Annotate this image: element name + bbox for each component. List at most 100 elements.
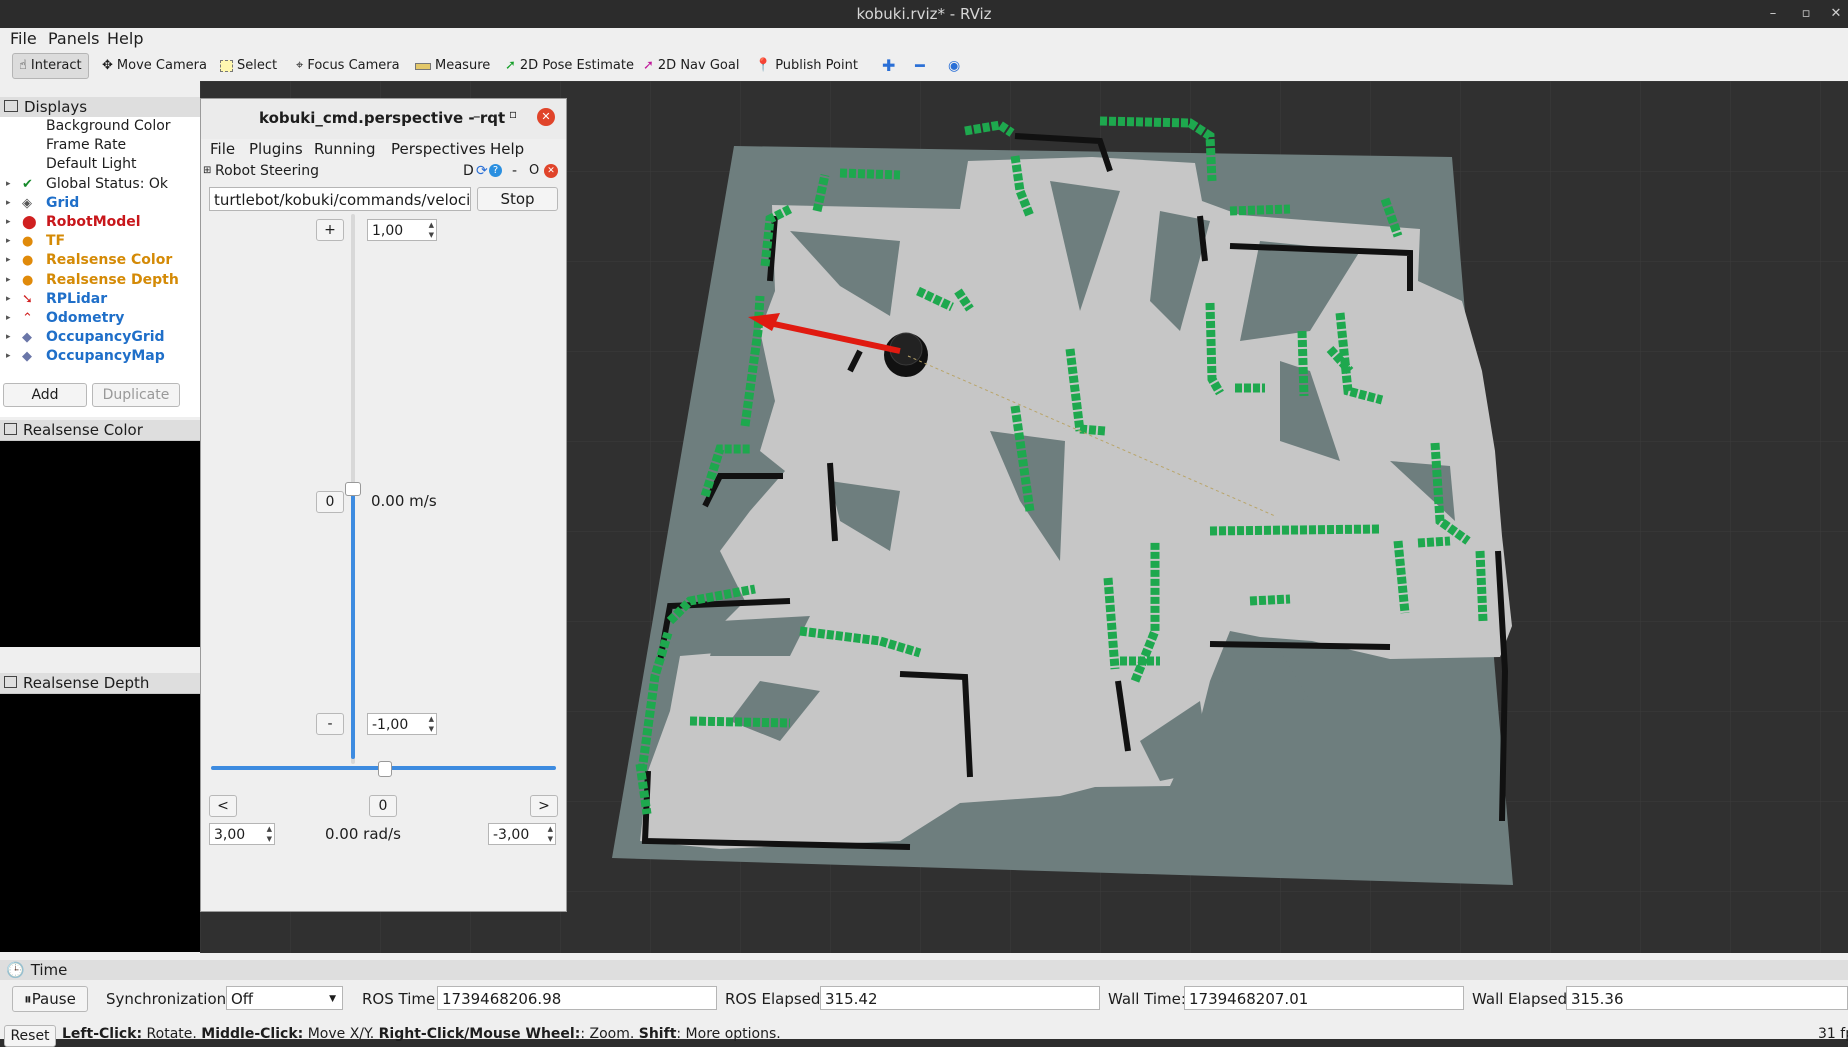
menu-file[interactable]: File xyxy=(10,29,37,48)
add-tool-icon[interactable]: ✚ xyxy=(882,55,895,77)
select-icon xyxy=(220,60,233,72)
expand-arrow-icon[interactable]: ▸ xyxy=(6,309,11,328)
stop-button[interactable]: Stop xyxy=(477,187,558,211)
focus-camera-icon: ⌖ xyxy=(296,58,304,73)
zero-angular-button[interactable]: 0 xyxy=(369,795,397,817)
reset-button[interactable]: Reset xyxy=(4,1025,56,1047)
interact-tool[interactable]: ☝ Interact xyxy=(12,53,89,79)
display-item-label: OccupancyMap xyxy=(46,348,165,365)
select-label: Select xyxy=(237,58,278,73)
rqt-maximize-button[interactable]: ▫ xyxy=(509,107,517,121)
linear-slider-fill xyxy=(351,488,355,759)
display-item[interactable]: Default Light xyxy=(0,155,200,174)
minimize-button[interactable]: – xyxy=(1762,4,1784,24)
menu-bar: File Panels Help xyxy=(0,28,1848,49)
sync-select[interactable]: Off ▼ xyxy=(226,986,343,1010)
plugin-dock-button[interactable]: D xyxy=(463,161,474,181)
rqt-menu-running[interactable]: Running xyxy=(314,140,375,158)
rqt-title: kobuki_cmd.perspective - rqt xyxy=(259,109,506,127)
expand-arrow-icon[interactable]: ▸ xyxy=(6,213,11,232)
display-item-label: Background Color xyxy=(46,118,171,134)
display-item[interactable]: ▸ ● Realsense Depth xyxy=(0,271,200,290)
zero-linear-button[interactable]: 0 xyxy=(316,491,344,513)
max-angular-spinbox[interactable]: 3,00 ▲ ▼ xyxy=(209,823,275,845)
expand-arrow-icon[interactable]: ▸ xyxy=(6,271,11,290)
move-camera-tool[interactable]: ✥ Move Camera xyxy=(102,55,207,77)
remove-tool-icon[interactable]: ━ xyxy=(915,55,925,77)
pose-estimate-tool[interactable]: ➚ 2D Pose Estimate xyxy=(505,55,634,77)
plugin-drag-icon[interactable]: ⊞ xyxy=(203,161,211,181)
reload-icon[interactable]: ⟳ xyxy=(476,161,488,181)
help-icon[interactable]: ? xyxy=(489,164,502,177)
display-item-label: OccupancyGrid xyxy=(46,329,165,346)
select-tool[interactable]: Select xyxy=(220,55,277,77)
duplicate-display-button[interactable]: Duplicate xyxy=(92,383,180,407)
expand-arrow-icon[interactable]: ▸ xyxy=(6,194,11,213)
turn-left-button[interactable]: < xyxy=(209,795,237,817)
display-item[interactable]: ▸ ◈ Grid xyxy=(0,194,200,213)
focus-camera-tool[interactable]: ⌖ Focus Camera xyxy=(296,55,400,77)
topic-input[interactable]: turtlebot/kobuki/commands/velocity xyxy=(209,187,471,211)
measure-tool[interactable]: Measure xyxy=(415,55,490,77)
sync-value: Off xyxy=(231,990,254,1008)
hint-left-click: Rotate. xyxy=(142,1026,202,1042)
min-angular-spinbox[interactable]: -3,00 ▲ ▼ xyxy=(488,823,556,845)
pose-estimate-label: 2D Pose Estimate xyxy=(519,58,634,73)
maximize-button[interactable]: ▫ xyxy=(1795,4,1817,24)
plugin-close-icon[interactable]: ✕ xyxy=(544,164,558,178)
menu-help[interactable]: Help xyxy=(107,29,143,48)
display-item[interactable]: ▸ ◆ OccupancyMap xyxy=(0,347,200,366)
plugin-float-button[interactable]: O xyxy=(529,161,539,181)
display-item-label: Odometry xyxy=(46,310,125,326)
interact-label: Interact xyxy=(30,58,82,73)
display-item[interactable]: ▸ ⬤ RobotModel xyxy=(0,213,200,232)
tool-properties-icon[interactable]: ◉ xyxy=(948,55,960,77)
angular-slider-handle[interactable] xyxy=(377,761,392,777)
display-type-icon: ◆ xyxy=(22,330,32,346)
rqt-title-bar: kobuki_cmd.perspective - rqt – ▫ ✕ xyxy=(201,99,566,139)
pink-arrow-icon: ➚ xyxy=(643,58,654,73)
nav-goal-tool[interactable]: ➚ 2D Nav Goal xyxy=(643,55,739,77)
publish-point-tool[interactable]: 📍 Publish Point xyxy=(755,55,858,77)
ros-time-field[interactable]: 1739468206.98 xyxy=(437,986,717,1010)
add-display-button[interactable]: Add xyxy=(3,383,87,407)
increase-linear-button[interactable]: + xyxy=(316,219,344,241)
display-item[interactable]: ▸ ◆ OccupancyGrid xyxy=(0,328,200,347)
wall-time-field[interactable]: 1739468207.01 xyxy=(1184,986,1464,1010)
display-type-icon: ● xyxy=(22,253,34,269)
expand-arrow-icon[interactable]: ▸ xyxy=(6,175,11,194)
expand-arrow-icon[interactable]: ▸ xyxy=(6,328,11,347)
min-linear-spinbox[interactable]: -1,00 ▲ ▼ xyxy=(367,713,437,735)
expand-arrow-icon[interactable]: ▸ xyxy=(6,290,11,309)
display-item[interactable]: ▸ ➘ RPLidar xyxy=(0,290,200,309)
display-type-icon: ✔ xyxy=(22,176,33,192)
display-item[interactable]: ▸ ✔ Global Status: Ok xyxy=(0,175,200,194)
expand-arrow-icon[interactable]: ▸ xyxy=(6,251,11,270)
display-item[interactable]: ▸ ● Realsense Color xyxy=(0,251,200,270)
rqt-menu-file[interactable]: File xyxy=(210,140,235,158)
display-item[interactable]: ▸ ⌃ Odometry xyxy=(0,309,200,328)
max-linear-spinbox[interactable]: 1,00 ▲ ▼ xyxy=(367,219,437,241)
rqt-minimize-button[interactable]: – xyxy=(473,107,481,125)
wall-elapsed-field[interactable]: 315.36 xyxy=(1566,986,1848,1010)
display-item[interactable]: Frame Rate xyxy=(0,136,200,155)
rqt-menu-perspectives[interactable]: Perspectives xyxy=(391,140,486,158)
expand-arrow-icon[interactable]: ▸ xyxy=(6,232,11,251)
rqt-menu-plugins[interactable]: Plugins xyxy=(249,140,303,158)
max-angular-value: 3,00 xyxy=(214,827,246,843)
turn-right-button[interactable]: > xyxy=(530,795,558,817)
display-item[interactable]: Background Color xyxy=(0,117,200,136)
close-button[interactable]: ✕ xyxy=(1825,4,1847,24)
pause-button[interactable]: ⏸Pause xyxy=(12,986,88,1012)
expand-arrow-icon[interactable]: ▸ xyxy=(6,347,11,366)
linear-velocity-label: 0.00 m/s xyxy=(371,492,437,510)
realsense-color-image xyxy=(0,441,200,647)
decrease-linear-button[interactable]: - xyxy=(316,713,344,735)
linear-slider-handle[interactable] xyxy=(345,482,361,496)
plugin-minimize-button[interactable]: - xyxy=(512,161,517,181)
display-item[interactable]: ▸ ● TF xyxy=(0,232,200,251)
rqt-menu-help[interactable]: Help xyxy=(490,140,524,158)
menu-panels[interactable]: Panels xyxy=(48,29,100,48)
ros-elapsed-field[interactable]: 315.42 xyxy=(820,986,1100,1010)
rqt-close-button[interactable]: ✕ xyxy=(537,108,555,126)
